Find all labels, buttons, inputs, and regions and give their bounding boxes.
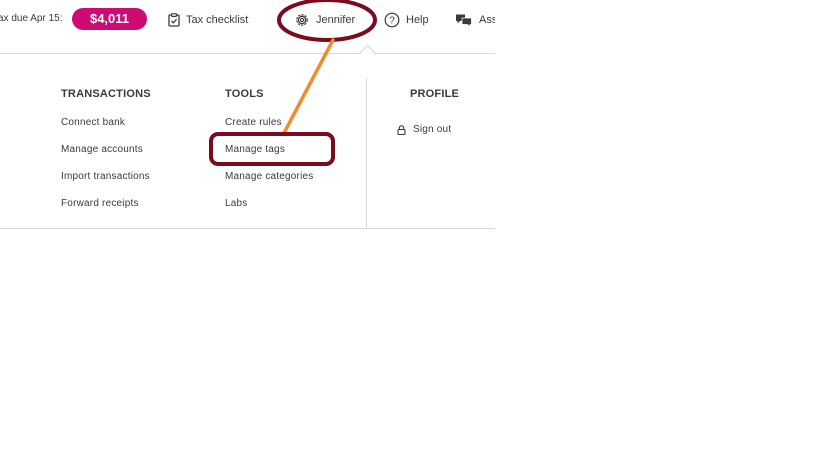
profile-heading: PROFILE: [410, 88, 460, 100]
tax-amount-badge[interactable]: $4,011: [72, 8, 147, 30]
forward-receipts-link[interactable]: Forward receipts: [61, 198, 139, 209]
lock-icon: [397, 124, 406, 135]
dropdown-top-border: [0, 53, 495, 54]
app-window: ax due Apr 15: $4,011 Tax checklist Jenn…: [0, 0, 495, 460]
user-name-label: Jennifer: [316, 14, 356, 26]
sign-out-label: Sign out: [413, 124, 452, 135]
tax-checklist-label: Tax checklist: [186, 14, 249, 26]
import-transactions-link[interactable]: Import transactions: [61, 171, 150, 182]
help-label: Help: [406, 14, 429, 26]
svg-text:?: ?: [389, 16, 395, 27]
help-link[interactable]: ? Help: [384, 10, 429, 30]
gear-icon: [296, 14, 308, 26]
manage-categories-link[interactable]: Manage categories: [225, 171, 313, 182]
assistant-link[interactable]: Ass: [455, 10, 495, 30]
top-navigation-bar: ax due Apr 15: $4,011 Tax checklist Jenn…: [0, 0, 495, 40]
help-icon: ?: [384, 12, 400, 28]
labs-link[interactable]: Labs: [225, 198, 248, 209]
column-divider: [366, 78, 367, 228]
create-rules-link[interactable]: Create rules: [225, 117, 282, 128]
assistant-label: Ass: [479, 14, 495, 26]
clipboard-check-icon: [168, 13, 180, 27]
manage-accounts-link[interactable]: Manage accounts: [61, 144, 143, 155]
user-settings-menu[interactable]: Jennifer: [294, 10, 355, 30]
dropdown-caret: [359, 44, 376, 61]
connect-bank-link[interactable]: Connect bank: [61, 117, 125, 128]
tools-heading: TOOLS: [225, 88, 264, 100]
transactions-heading: TRANSACTIONS: [61, 88, 151, 100]
tax-checklist-link[interactable]: Tax checklist: [168, 10, 248, 30]
dropdown-bottom-border: [0, 228, 495, 229]
sign-out-link[interactable]: Sign out: [397, 124, 451, 135]
manage-tags-link[interactable]: Manage tags: [225, 144, 285, 155]
chat-bubbles-icon: [456, 14, 472, 28]
tax-due-label: ax due Apr 15:: [0, 13, 63, 24]
